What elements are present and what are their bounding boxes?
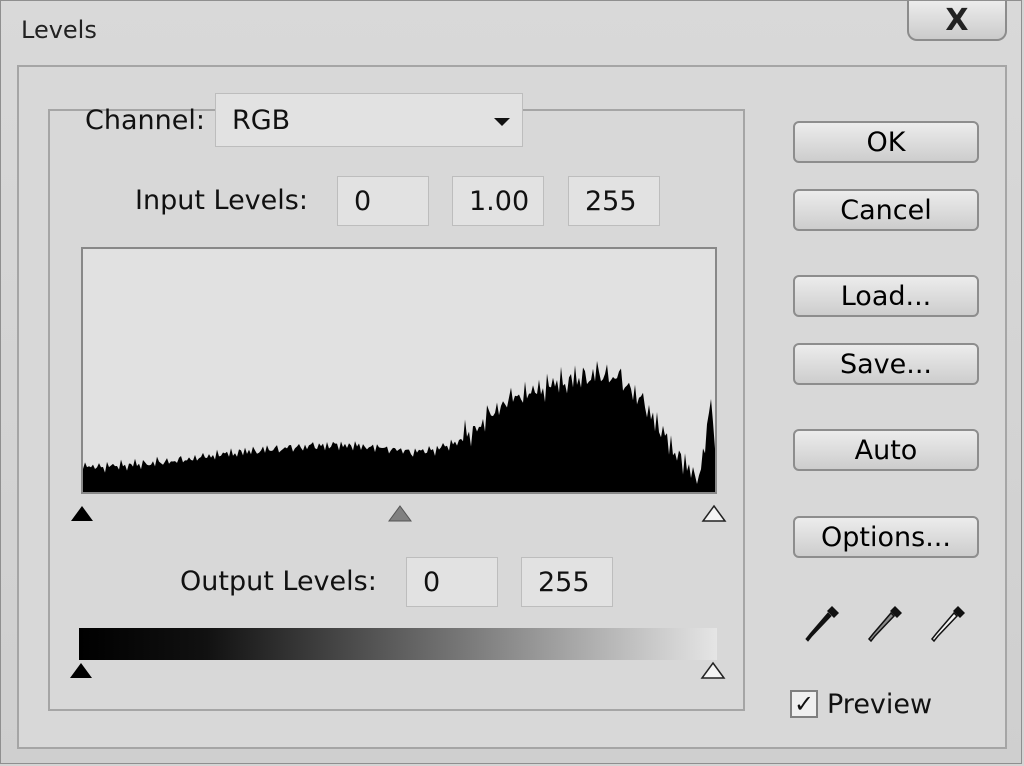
- input-gamma-field[interactable]: [452, 176, 544, 226]
- options-button[interactable]: Options...: [793, 516, 979, 558]
- output-black-field[interactable]: [406, 557, 498, 607]
- dialog-title: Levels: [21, 16, 97, 44]
- input-gamma-handle[interactable]: [387, 504, 413, 524]
- input-black-handle[interactable]: [69, 504, 95, 524]
- channel-select[interactable]: RGB: [215, 93, 523, 147]
- output-levels-label: Output Levels:: [180, 566, 377, 597]
- save-button[interactable]: Save...: [793, 343, 979, 385]
- black-point-eyedropper-icon[interactable]: [803, 603, 841, 647]
- close-button[interactable]: X: [907, 1, 1007, 41]
- output-white-field[interactable]: [521, 557, 613, 607]
- output-gradient-bar: [79, 628, 717, 660]
- output-black-handle[interactable]: [68, 661, 94, 681]
- input-gamma-value[interactable]: [467, 184, 543, 218]
- chevron-down-icon: [494, 118, 510, 126]
- load-button[interactable]: Load...: [793, 275, 979, 317]
- channel-selected-value: RGB: [232, 104, 291, 136]
- preview-label: Preview: [827, 689, 933, 720]
- input-white-field[interactable]: [568, 176, 660, 226]
- input-levels-label: Input Levels:: [135, 185, 308, 216]
- preview-checkbox[interactable]: ✓: [790, 690, 818, 718]
- input-white-handle[interactable]: [701, 504, 727, 524]
- cancel-button[interactable]: Cancel: [793, 189, 979, 231]
- input-black-field[interactable]: [337, 176, 429, 226]
- input-black-value[interactable]: [352, 184, 428, 218]
- white-point-eyedropper-icon[interactable]: [929, 603, 967, 647]
- histogram: [81, 247, 717, 494]
- channel-label: Channel:: [85, 105, 205, 136]
- ok-button[interactable]: OK: [793, 121, 979, 163]
- histogram-shape: [83, 360, 715, 492]
- input-white-value[interactable]: [583, 184, 659, 218]
- levels-dialog: Levels X Channel: RGB Input Levels: Outp…: [0, 0, 1022, 764]
- input-levels-slider[interactable]: [71, 501, 727, 529]
- output-white-handle[interactable]: [700, 661, 726, 681]
- output-white-value[interactable]: [536, 565, 612, 599]
- output-black-value[interactable]: [421, 565, 497, 599]
- gray-point-eyedropper-icon[interactable]: [866, 603, 904, 647]
- auto-button[interactable]: Auto: [793, 429, 979, 471]
